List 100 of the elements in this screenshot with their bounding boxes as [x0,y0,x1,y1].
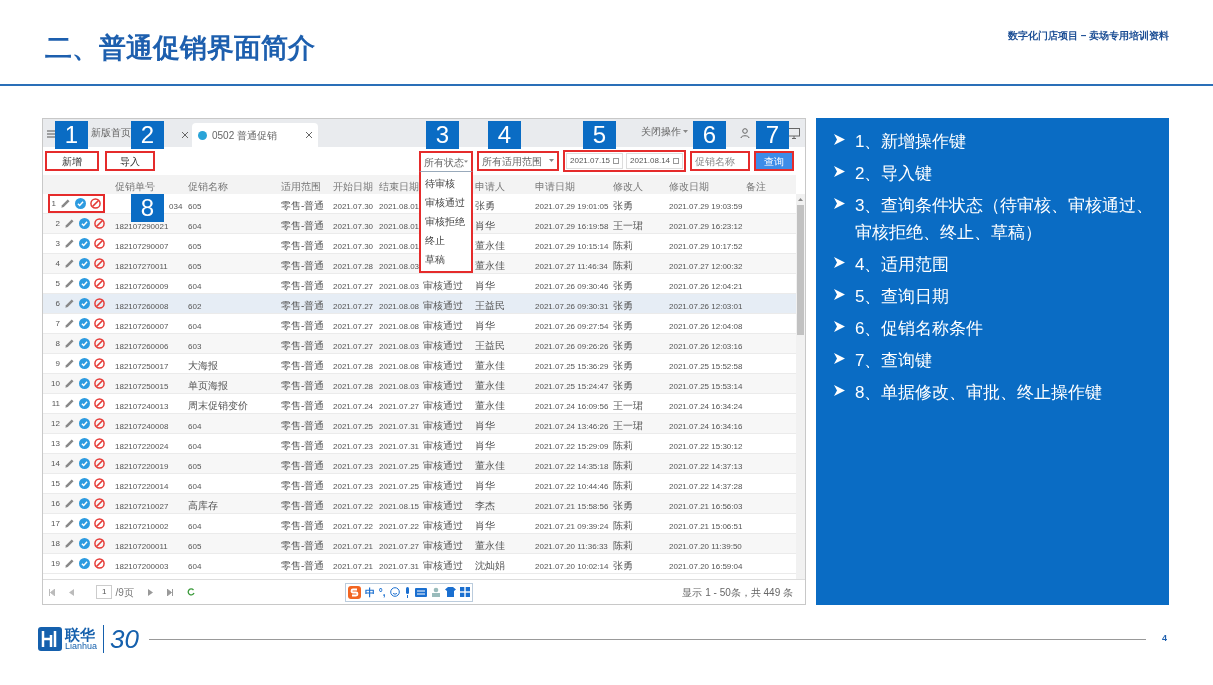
table-cell: 182107240008 [115,421,169,431]
table-cell: 2021.07.27 [333,321,374,331]
table-cell: 肖华 [475,219,495,231]
date-field[interactable]: 2021.08.14 [626,153,683,169]
row-number: 9 [55,357,60,370]
status-dropdown[interactable]: 所有状态 [419,151,473,171]
close-operations-menu[interactable]: 关闭操作 [641,124,681,139]
table-cell: 2021.07.20 16:59:04 [669,561,743,571]
promotion-name-field[interactable]: 促销名称 [690,151,750,171]
table-row[interactable]: 14 182107220019 605 零售-普通 2021.07.23 2021.07.25 审核通过 董永佳 2021.07.22 14:35:18 陈莉 2021.07.22 14:37:13 [43,454,796,474]
table-cell: 604 [188,561,202,571]
table-cell: 182107200003 [115,561,169,571]
input-method-label[interactable]: 中 [364,584,375,600]
table-cell: 审核通过 [423,319,463,331]
table-cell: 2021.07.20 10:02:14 [535,561,609,571]
table-cell: 2021.07.26 12:04:08 [669,321,743,331]
tab[interactable]: 0502 普通促销 [192,123,318,147]
table-cell: 零售-普通 [281,199,325,211]
row-number: 5 [55,277,60,290]
callout-number: 7 [756,121,789,149]
note-text: 7、查询键 [855,350,933,372]
table-cell: 2021.07.27 [379,401,420,411]
table-cell: 零售-普通 [281,399,325,411]
table-cell: 2021.08.08 [379,301,420,311]
callout-number: 8 [131,194,164,222]
table-cell: 2021.07.20 11:36:33 [535,541,608,551]
table-cell: 034 [169,201,183,211]
table-cell: 零售-普通 [281,519,325,531]
input-method-label[interactable]: °, [378,584,386,600]
table-cell: 审核通过 [423,539,463,551]
table-cell: 陈莉 [613,539,633,551]
table-cell: 张勇 [613,339,633,351]
dropdown-option[interactable]: 审核通过 [421,193,471,212]
table-cell: 2021.08.01 [379,221,420,231]
note-text: 2、导入键 [855,163,933,185]
table-cell: 2021.07.26 09:26:26 [535,341,609,351]
table-cell: 审核通过 [423,519,463,531]
table-cell: 182107260008 [115,301,169,311]
table-cell: 2021.07.25 15:36:29 [535,361,609,371]
row-number: 3 [55,237,60,250]
table-row[interactable]: 6 182107260008 602 零售-普通 2021.07.27 2021.08.08 审核通过 王益民 2021.07.26 09:30:31 张勇 2021.07.26 12:03:01 [43,294,796,314]
table-cell: 605 [188,541,202,551]
column-header: 修改日期 [669,180,709,192]
table-cell: 2021.07.27 [379,541,420,551]
table-cell: 604 [188,521,202,531]
dropdown-option[interactable]: 终止 [421,231,471,250]
table-cell: 陈莉 [613,239,633,251]
dropdown-option[interactable]: 审核拒绝 [421,212,471,231]
table-cell: 182107260006 [115,341,169,351]
dropdown-option[interactable]: 待审核 [421,174,471,193]
table-cell: 肖华 [475,519,495,531]
company-name: 联华 [65,627,95,642]
table-cell: 2021.07.29 16:19:58 [535,221,609,231]
table-cell: 零售-普通 [281,299,325,311]
table-cell: 2021.07.23 [333,481,374,491]
table-cell: 董永佳 [475,399,505,411]
table-cell: 2021.07.25 [379,481,420,491]
table-cell: 2021.07.24 [333,401,374,411]
page-field[interactable]: 1 [96,585,113,599]
table-cell: 单页海报 [188,379,228,391]
table-cell: 大海报 [188,359,218,371]
table-cell: 2021.07.22 [379,521,420,531]
table-cell: 零售-普通 [281,439,325,451]
table-cell: 王益民 [475,299,505,311]
table-cell: 陈莉 [613,519,633,531]
callout-number: 6 [693,121,726,149]
table-cell: 2021.07.29 16:23:12 [669,221,743,231]
table-cell: 182107290007 [115,241,169,251]
date-field[interactable]: 2021.07.15 [566,153,623,169]
table-row[interactable]: 18 182107200011 605 零售-普通 2021.07.21 2021.07.27 审核通过 董永佳 2021.07.20 11:36:33 陈莉 2021.07.20 11:39:50 [43,534,796,554]
table-cell: 张勇 [613,199,633,211]
table-row[interactable]: 16 182107210027 高库存 零售-普通 2021.07.22 2021.08.15 审核通过 李杰 2021.07.21 15:58:56 张勇 2021.07.21 16:56:03 [43,494,796,514]
note-text: 6、促销名称条件 [855,318,984,340]
table-cell: 审核通过 [423,499,463,511]
table-row[interactable]: 8 182107260006 603 零售-普通 2021.07.27 2021.08.03 审核通过 王益民 2021.07.26 09:26:26 张勇 2021.07.26 12:03:16 [43,334,796,354]
table-cell: 182107210002 [115,521,169,531]
row-number: 13 [51,437,60,450]
table-cell: 2021.07.22 10:44:46 [535,481,609,491]
scope-dropdown[interactable]: 所有适用范围 [477,151,559,171]
import-button[interactable]: 导入 [105,151,155,171]
table-cell: 2021.08.01 [379,201,420,211]
add-button[interactable]: 新增 [45,151,99,171]
table-cell: 王益民 [475,339,505,351]
anniversary-mark: 30 [110,626,139,652]
table-cell: 陈莉 [613,479,633,491]
table-cell: 董永佳 [475,259,505,271]
page-count: /9页 [115,585,134,600]
table-cell: 审核通过 [423,339,463,351]
table-cell: 审核通过 [423,419,463,431]
tab[interactable]: 新版首页 [89,125,133,140]
callout-number: 3 [426,121,459,149]
table-cell: 2021.08.08 [379,361,420,371]
table-cell: 张勇 [613,279,633,291]
table-cell: 周末促销变价 [188,399,248,411]
table-row[interactable]: 10 182107250015 单页海报 零售-普通 2021.07.28 2021.08.03 审核通过 董永佳 2021.07.25 15:24:47 张勇 2021.07.25 15:53:14 [43,374,796,394]
table-cell: 董永佳 [475,239,505,251]
table-row[interactable]: 12 182107240008 604 零售-普通 2021.07.25 2021.07.31 审核通过 肖华 2021.07.24 13:46:26 王一珺 2021.07.24 16:34:16 [43,414,796,434]
table-cell: 2021.08.01 [379,241,420,251]
table-cell: 2021.07.22 14:35:18 [535,461,609,471]
note-text: 5、查询日期 [855,286,950,308]
